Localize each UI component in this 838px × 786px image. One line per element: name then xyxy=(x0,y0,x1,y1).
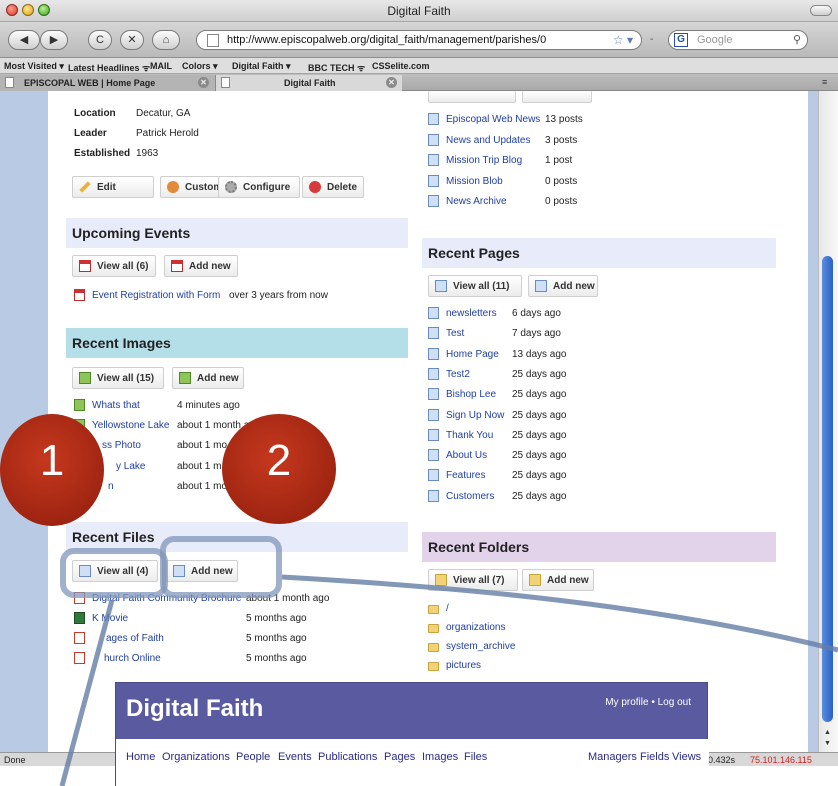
annotation-connectors xyxy=(59,574,838,786)
nav-publications[interactable]: Publications xyxy=(318,751,377,763)
nav-home[interactable]: Home xyxy=(126,751,155,763)
highlight-add-new-ring xyxy=(160,536,282,598)
nav-fields[interactable]: Fields xyxy=(640,751,669,763)
nav-managers[interactable]: Managers xyxy=(588,751,637,763)
inset-nav-bar: Home Organizations People Events Publica… xyxy=(116,739,709,786)
nav-people[interactable]: People xyxy=(236,751,270,763)
annotation-marker-1: 1 xyxy=(0,414,104,526)
inset-header-preview: Digital Faith My profile • Log out Home … xyxy=(115,682,709,786)
nav-organizations[interactable]: Organizations xyxy=(162,751,230,763)
highlight-view-all-ring xyxy=(60,548,168,598)
nav-events[interactable]: Events xyxy=(278,751,312,763)
nav-pages[interactable]: Pages xyxy=(384,751,415,763)
connector-line xyxy=(59,599,115,786)
connector-line xyxy=(281,574,838,653)
inset-profile-links[interactable]: My profile • Log out xyxy=(605,697,691,708)
nav-images[interactable]: Images xyxy=(422,751,458,763)
annotation-marker-2: 2 xyxy=(222,414,336,524)
nav-views[interactable]: Views xyxy=(672,751,701,763)
nav-files[interactable]: Files xyxy=(464,751,487,763)
inset-site-title: Digital Faith xyxy=(126,695,264,722)
